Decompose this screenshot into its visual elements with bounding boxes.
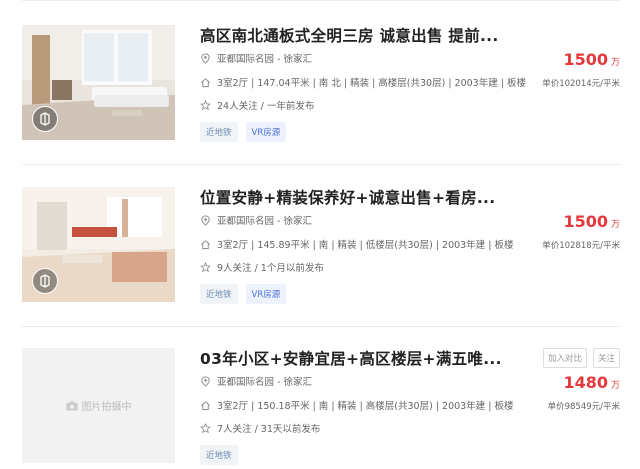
details-row: 3室2厅 | 150.18平米 | 南 | 精装 | 高楼层(共30层) | 2… [200,398,513,412]
price-block: 1500 万 单价102818元/平米 [542,212,620,251]
vr-icon[interactable] [32,268,58,294]
details-text: 3室2厅 | 147.04平米 | 南 北 | 精装 | 高楼层(共30层) |… [217,78,526,89]
divider [22,326,620,327]
listing-item[interactable]: 位置安静+精装保养好+诚意出售+看房... 亚都国际名园 - 徐家汇 3室2厅 … [0,187,640,327]
location-row: 亚都国际名园 - 徐家汇 [200,213,312,227]
location-pin-icon [201,52,210,64]
location-text[interactable]: 亚都国际名园 - 徐家汇 [217,213,312,227]
vr-icon[interactable] [32,106,58,132]
unit-price: 单价102818元/平米 [542,241,620,251]
star-icon [200,99,211,110]
divider [22,164,620,165]
location-text[interactable]: 亚都国际名园 - 徐家汇 [217,374,312,388]
listing-photo-placeholder[interactable]: 图片拍摄中 [22,348,175,463]
followers-text: 9人关注 / 1个月以前发布 [217,263,324,274]
location-pin-icon [201,375,210,387]
house-icon [201,239,210,249]
tag-near-subway[interactable]: 近地铁 [200,445,238,465]
followers-row: 9人关注 / 1个月以前发布 [200,260,324,274]
placeholder-label: 图片拍摄中 [66,398,132,413]
followers-row: 24人关注 / 一年前发布 [200,98,314,112]
unit-price: 单价98549元/平米 [547,402,620,412]
unit-price: 单价102014元/平米 [542,79,620,89]
house-icon [201,400,210,410]
location-pin-icon [201,214,210,226]
details-row: 3室2厅 | 145.89平米 | 南 | 精装 | 低楼层(共30层) | 2… [200,237,513,251]
listing-photo[interactable] [22,25,175,140]
price-block: 1480 万 单价98549元/平米 [548,373,620,412]
tag-list: 近地铁 VR房源 [200,284,287,304]
tag-list: 近地铁 [200,445,238,465]
price-block: 1500 万 单价102014元/平米 [542,50,620,89]
tag-near-subway[interactable]: 近地铁 [200,284,238,304]
listing-title[interactable]: 03年小区+安静宜居+高区楼层+满五唯... [200,347,502,369]
add-compare-button[interactable]: 加入对比 [542,348,587,368]
top-divider [22,0,620,1]
star-icon [200,422,211,433]
details-text: 3室2厅 | 150.18平米 | 南 | 精装 | 高楼层(共30层) | 2… [217,401,514,412]
star-icon [200,261,211,272]
follow-button[interactable]: 关注 [592,348,620,368]
price-unit: 万 [610,220,620,230]
camera-icon [66,401,77,410]
tag-vr[interactable]: VR房源 [245,284,287,304]
followers-row: 7人关注 / 31天以前发布 [200,421,320,435]
followers-text: 24人关注 / 一年前发布 [217,101,315,112]
listing-photo[interactable] [22,187,175,302]
listing-title[interactable]: 位置安静+精装保养好+诚意出售+看房... [200,186,495,208]
listing-item[interactable]: 高区南北通板式全明三房 诚意出售 提前... 亚都国际名园 - 徐家汇 3室2厅… [0,25,640,165]
tag-list: 近地铁 VR房源 [200,122,287,142]
location-row: 亚都国际名园 - 徐家汇 [200,374,312,388]
followers-text: 7人关注 / 31天以前发布 [217,424,321,435]
price-unit: 万 [610,381,620,391]
total-price: 1480 [563,373,608,392]
listing-item[interactable]: 图片拍摄中 03年小区+安静宜居+高区楼层+满五唯... 加入对比 关注 亚都国… [0,348,640,469]
price-unit: 万 [610,58,620,68]
location-row: 亚都国际名园 - 徐家汇 [200,51,312,65]
total-price: 1500 [563,50,608,69]
tag-near-subway[interactable]: 近地铁 [200,122,238,142]
action-buttons: 加入对比 关注 [542,348,620,368]
location-text[interactable]: 亚都国际名园 - 徐家汇 [217,51,312,65]
total-price: 1500 [563,212,608,231]
listing-title[interactable]: 高区南北通板式全明三房 诚意出售 提前... [200,24,499,46]
details-text: 3室2厅 | 145.89平米 | 南 | 精装 | 低楼层(共30层) | 2… [217,240,514,251]
house-icon [201,77,210,87]
tag-vr[interactable]: VR房源 [245,122,287,142]
details-row: 3室2厅 | 147.04平米 | 南 北 | 精装 | 高楼层(共30层) |… [200,75,526,89]
